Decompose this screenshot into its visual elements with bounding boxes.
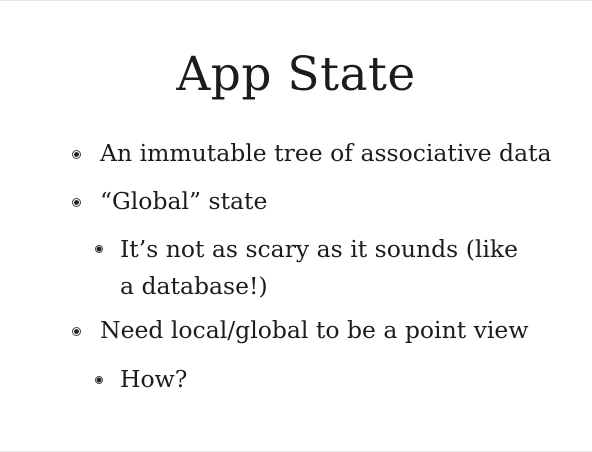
bullet-icon xyxy=(72,150,81,159)
bullet-icon xyxy=(72,327,81,336)
sub-bullet-icon xyxy=(95,376,103,384)
bullet-text: Need local/global to be a point view xyxy=(100,316,529,344)
bullet-text: An immutable tree of associative data xyxy=(100,139,552,167)
sub-bullet-text: How? xyxy=(120,365,188,393)
sub-bullet-icon xyxy=(95,245,103,253)
sub-bullet-text: It’s not as scary as it sounds (like a d… xyxy=(120,235,519,300)
bullet-icon xyxy=(72,198,81,207)
bullet-list: An immutable tree of associative data “G… xyxy=(0,1,592,452)
bullet-text: “Global” state xyxy=(100,187,268,215)
slide: App State An immutable tree of associati… xyxy=(0,0,592,452)
